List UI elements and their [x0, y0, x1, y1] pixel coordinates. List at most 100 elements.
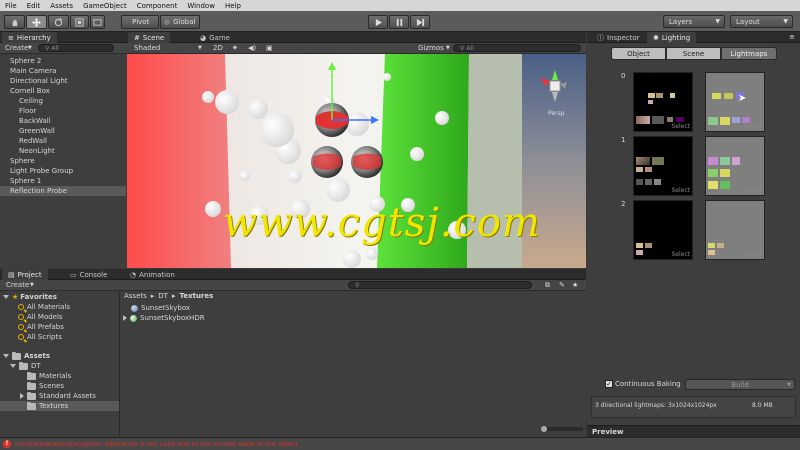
project-create-button[interactable]: Create	[6, 281, 29, 289]
favorite-item[interactable]: All Materials	[18, 302, 70, 312]
lightmap-select-label[interactable]: Select	[743, 251, 762, 258]
tab-console[interactable]: ▭ Console	[64, 269, 113, 280]
pause-button[interactable]	[389, 15, 409, 29]
hierarchy-item[interactable]: Light Probe Group	[0, 166, 126, 176]
scene-viewport[interactable]: Persp www.cgtsj.com	[127, 54, 586, 268]
move-tool-button[interactable]	[26, 15, 47, 29]
hierarchy-item[interactable]: Floor	[0, 106, 126, 116]
menu-help[interactable]: Help	[220, 2, 246, 10]
slider-thumb[interactable]	[541, 426, 547, 432]
tree-folder-standard-assets[interactable]: Standard Assets	[20, 391, 96, 401]
lightmap-cell[interactable]: ➤ Select	[705, 72, 765, 132]
scale-tool-button[interactable]	[70, 15, 89, 29]
menu-gameobject[interactable]: GameObject	[78, 2, 132, 10]
pivot-toggle[interactable]: ◦ Pivot	[121, 15, 159, 29]
tree-folder-textures[interactable]: Textures	[0, 401, 119, 411]
hierarchy-item[interactable]: Sphere 1	[0, 176, 126, 186]
breadcrumb-item[interactable]: Textures	[179, 292, 213, 300]
hierarchy-create-button[interactable]: Create	[0, 44, 38, 52]
layers-dropdown[interactable]: Layers ▼	[663, 15, 725, 28]
scene-search-input[interactable]: ⚲ All	[453, 44, 581, 52]
mode-lightmaps-button[interactable]: Lightmaps	[721, 47, 777, 60]
menu-assets[interactable]: Assets	[45, 2, 78, 10]
lightmap-select-label[interactable]: Select	[671, 123, 690, 130]
tab-game[interactable]: ◕ Game	[194, 32, 236, 43]
continuous-baking-checkbox[interactable]: ✓	[605, 380, 613, 388]
panel-menu-icon[interactable]: ≡	[789, 33, 795, 41]
tab-inspector[interactable]: ⓘ Inspector	[591, 32, 646, 43]
expand-arrow-icon	[10, 364, 16, 368]
lightmap-select-label[interactable]: Select	[743, 123, 762, 130]
menu-window[interactable]: Window	[182, 2, 220, 10]
lightmap-cell[interactable]: Select	[633, 72, 693, 132]
filter-label-icon[interactable]: ✎	[559, 281, 565, 289]
menu-component[interactable]: Component	[132, 2, 183, 10]
menu-file[interactable]: File	[0, 2, 22, 10]
file-item[interactable]: SunsetSkybox	[131, 303, 190, 313]
tab-scene[interactable]: # Scene	[128, 32, 171, 43]
filter-type-icon[interactable]: ⧉	[545, 281, 550, 290]
status-bar[interactable]: ! InvalidOperationException: Operation i…	[0, 437, 800, 450]
step-button[interactable]	[410, 15, 430, 29]
mode-scene-button[interactable]: Scene	[666, 47, 721, 60]
mode-2d-toggle[interactable]: 2D	[213, 44, 223, 52]
hand-tool-button[interactable]	[4, 15, 25, 29]
favorites-header[interactable]: ★ Favorites	[3, 292, 57, 302]
hierarchy-item-label: RedWall	[19, 137, 47, 145]
shading-dropdown[interactable]: Shaded	[134, 44, 160, 52]
hierarchy-item[interactable]: RedWall	[0, 136, 126, 146]
tab-animation[interactable]: ◔ Animation	[124, 269, 181, 280]
hierarchy-item[interactable]: GreenWall	[0, 126, 126, 136]
hierarchy-search-input[interactable]: ⚲ All	[37, 44, 114, 52]
play-button[interactable]	[368, 15, 388, 29]
favorite-item[interactable]: All Scripts	[18, 332, 62, 342]
rotate-tool-button[interactable]	[48, 15, 69, 29]
tree-folder-dt[interactable]: DT	[10, 361, 41, 371]
hierarchy-item[interactable]: BackWall	[0, 116, 126, 126]
favorite-star-icon[interactable]: ★	[572, 281, 578, 289]
menu-edit[interactable]: Edit	[22, 2, 46, 10]
tab-hierarchy[interactable]: ≡ Hierarchy	[2, 32, 57, 43]
tree-folder-materials[interactable]: Materials	[27, 371, 71, 381]
lightmap-cell[interactable]: Select	[633, 136, 693, 196]
layout-dropdown[interactable]: Layout ▼	[730, 15, 793, 28]
hierarchy-item[interactable]: Cornell Box	[0, 86, 126, 96]
animation-icon: ◔	[130, 270, 137, 279]
tab-project[interactable]: ▤ Project	[2, 269, 48, 280]
file-item[interactable]: SunsetSkyboxHDR	[123, 313, 205, 323]
hierarchy-item[interactable]: Main Camera	[0, 66, 126, 76]
folder-icon	[12, 351, 21, 360]
lightmap-select-label[interactable]: Select	[743, 187, 762, 194]
gizmos-dropdown[interactable]: Gizmos	[418, 44, 444, 52]
project-search-input[interactable]: ⚲	[348, 281, 532, 289]
lightmap-cell[interactable]: Select	[633, 200, 693, 260]
assets-header[interactable]: Assets	[3, 351, 50, 361]
mode-object-button[interactable]: Object	[611, 47, 666, 60]
tab-lighting[interactable]: ✺ Lighting	[647, 32, 697, 43]
lightmap-select-label[interactable]: Select	[671, 251, 690, 258]
hierarchy-item[interactable]: NeonLight	[0, 146, 126, 156]
hierarchy-panel: ≡ Hierarchy Create ▼ ⚲ All Sphere 2 Main …	[0, 32, 126, 268]
hierarchy-item[interactable]: Sphere	[0, 156, 126, 166]
build-button[interactable]: Build ▼	[685, 379, 795, 390]
audio-toggle-icon[interactable]: ◀)	[248, 44, 256, 52]
rect-tool-button[interactable]	[90, 15, 105, 29]
lightmap-select-label[interactable]: Select	[671, 187, 690, 194]
lightmap-cell[interactable]: Select	[705, 200, 765, 260]
hierarchy-item[interactable]: Ceiling	[0, 96, 126, 106]
preview-header[interactable]: Preview	[587, 425, 800, 437]
global-toggle[interactable]: ◍ Global	[160, 15, 200, 29]
hierarchy-item[interactable]: Reflection Probe	[0, 186, 126, 196]
breadcrumb-separator: ▸	[171, 292, 176, 300]
breadcrumb-item[interactable]: Assets	[124, 292, 147, 300]
favorite-item[interactable]: All Models	[18, 312, 63, 322]
lighting-toggle-icon[interactable]: ✷	[232, 44, 238, 52]
favorite-item[interactable]: All Prefabs	[18, 322, 64, 332]
hierarchy-item[interactable]: Sphere 2	[0, 56, 126, 66]
icon-size-slider[interactable]	[541, 426, 583, 432]
hierarchy-item[interactable]: Directional Light	[0, 76, 126, 86]
lightmap-cell[interactable]: Select	[705, 136, 765, 196]
breadcrumb-item[interactable]: DT	[158, 292, 168, 300]
effects-toggle-icon[interactable]: ▣	[266, 44, 273, 52]
tree-folder-scenes[interactable]: Scenes	[27, 381, 64, 391]
